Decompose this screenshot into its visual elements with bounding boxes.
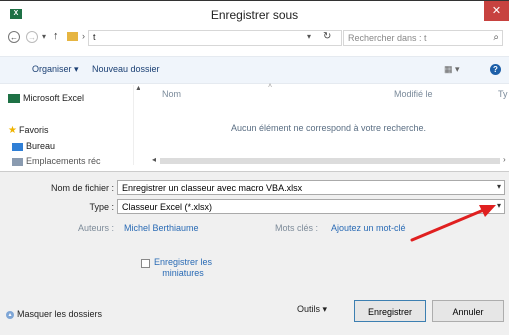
address-bar[interactable]: t ▾ ↻ (88, 30, 342, 46)
path-separator-icon: › (82, 31, 85, 41)
organize-button[interactable]: Organiser ▾ (32, 64, 79, 75)
desktop-icon (12, 142, 23, 151)
collapse-icon: ▴ (6, 310, 14, 319)
column-header-type[interactable]: Ty (498, 89, 508, 99)
nav-item-label: Favoris (18, 125, 49, 135)
star-icon: ★ (8, 125, 17, 136)
scroll-left-icon[interactable]: ◂ (152, 155, 156, 164)
excel-icon (8, 94, 20, 104)
history-dropdown-icon[interactable]: ▾ (42, 32, 46, 41)
command-toolbar: Organiser ▾ Nouveau dossier ▦ ▾ ? (0, 56, 509, 84)
scrollbar-thumb[interactable] (160, 158, 500, 164)
back-button[interactable]: ← (8, 31, 20, 43)
cancel-button[interactable]: Annuler (432, 300, 504, 322)
up-arrow-icon[interactable]: ↑ (53, 30, 59, 42)
navigation-bar: ← → ▾ ↑ › t ▾ ↻ Rechercher dans : t ⌕ (0, 27, 509, 49)
nav-item-favorites[interactable]: ★ Favoris (8, 125, 48, 136)
folder-icon (67, 32, 78, 41)
search-icon[interactable]: ⌕ (493, 32, 499, 43)
hide-folders-toggle[interactable]: ▴ Masquer les dossiers (6, 309, 102, 319)
hide-folders-label: Masquer les dossiers (17, 309, 103, 319)
forward-button[interactable]: → (26, 31, 38, 43)
address-dropdown-icon[interactable]: ▾ (307, 32, 311, 41)
save-as-dialog: X Enregistrer sous ✕ ← → ▾ ↑ › t ▾ ↻ Rec… (0, 0, 509, 335)
nav-item-microsoft-excel[interactable]: Microsoft Excel (8, 93, 85, 104)
search-input[interactable]: Rechercher dans : t ⌕ (343, 30, 503, 46)
sort-indicator-icon: ˄ (268, 83, 273, 90)
title-bar: X Enregistrer sous ✕ (0, 0, 509, 27)
empty-list-message: Aucun élément ne correspond à votre rech… (230, 123, 427, 133)
column-header-name[interactable]: Nom (162, 89, 181, 99)
close-button[interactable]: ✕ (484, 1, 509, 21)
navigation-pane-scrollbar[interactable]: ▲ (133, 85, 140, 165)
view-options-icon[interactable]: ▦ ▾ (444, 64, 460, 75)
save-options-panel: Nom de fichier : Enregistrer un classeur… (0, 171, 509, 335)
scroll-up-icon[interactable]: ▲ (135, 85, 140, 92)
scroll-right-icon[interactable]: › (503, 155, 506, 164)
help-icon[interactable]: ? (490, 64, 501, 75)
nav-item-desktop[interactable]: Bureau (12, 141, 55, 151)
nav-item-label: Microsoft Excel (23, 93, 85, 103)
refresh-icon[interactable]: ↻ (323, 31, 331, 42)
tools-menu-button[interactable]: Outils ▾ (297, 304, 327, 315)
file-list-scrollbar[interactable]: ◂ › (0, 155, 509, 167)
path-text: t (93, 32, 96, 42)
column-header-modified[interactable]: Modifié le (394, 89, 433, 99)
nav-item-label: Bureau (26, 141, 56, 151)
save-button[interactable]: Enregistrer (354, 300, 426, 322)
search-placeholder: Rechercher dans : t (348, 33, 427, 43)
new-folder-button[interactable]: Nouveau dossier (92, 64, 160, 74)
window-title: Enregistrer sous (210, 8, 299, 22)
